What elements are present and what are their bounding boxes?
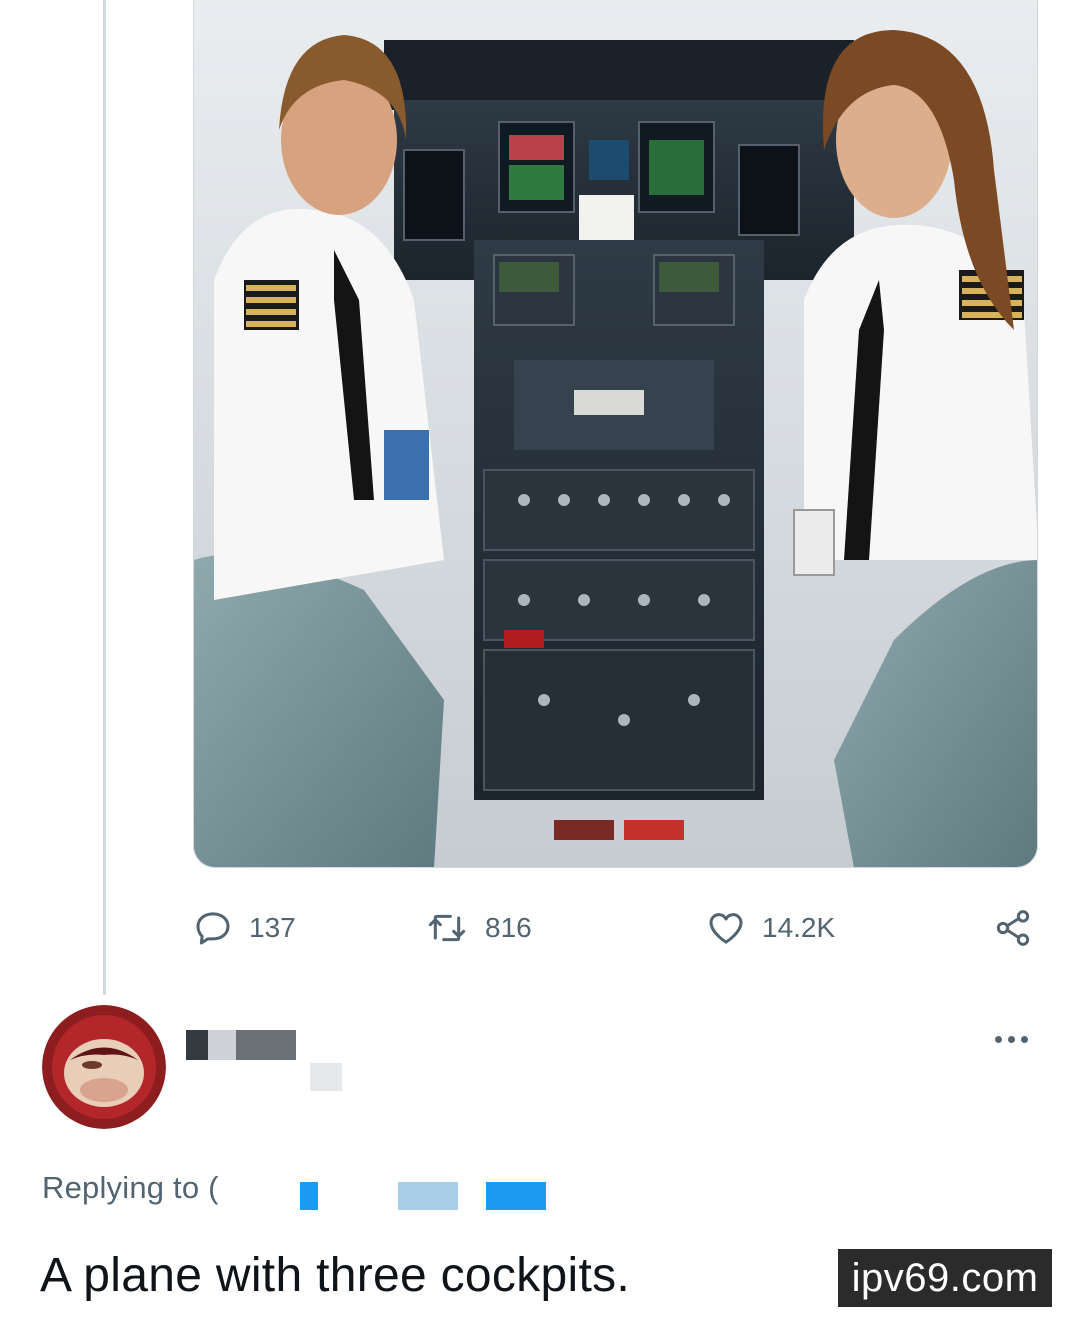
share-button[interactable] [993,900,1033,956]
redaction-block [296,1030,308,1060]
reply-author-name-redacted[interactable] [186,1030,308,1060]
replying-to-handle-redacted[interactable] [300,1182,546,1210]
tweet-action-bar: 137 816 14.2K [193,900,1038,956]
watermark: ipv69.com [838,1249,1052,1307]
retweet-count: 816 [485,912,532,943]
redaction-block [486,1182,546,1210]
cockpit-photo-illustration [194,0,1037,867]
reply-bubble-icon [196,912,230,945]
more-dot-icon [1020,1035,1028,1043]
thread-connector-line [103,0,106,995]
share-icon [996,910,1030,946]
redaction-block [300,1182,318,1210]
redaction-block [318,1182,398,1210]
heart-icon [709,913,743,944]
retweet-icon [428,914,466,942]
more-dot-icon [994,1035,1002,1043]
reply-button[interactable]: 137 [193,900,296,956]
more-options-button[interactable] [986,1024,1036,1054]
reply-count: 137 [249,912,296,943]
retweet-button[interactable]: 816 [425,900,532,956]
like-button[interactable]: 14.2K [706,900,835,956]
reply-text: A plane with three cockpits. [40,1249,631,1302]
more-dot-icon [1007,1035,1015,1043]
redaction-block [208,1030,236,1060]
like-count: 14.2K [762,912,836,943]
replying-to-label: Replying to ( [42,1170,219,1205]
avatar-image [42,1005,166,1129]
redaction-block [398,1182,458,1210]
reply-author-handle-redacted [310,1063,342,1091]
redaction-block [186,1030,208,1060]
redaction-block [458,1182,486,1210]
avatar[interactable] [42,1005,166,1129]
redaction-block [236,1030,296,1060]
tweet-photo[interactable] [193,0,1038,868]
